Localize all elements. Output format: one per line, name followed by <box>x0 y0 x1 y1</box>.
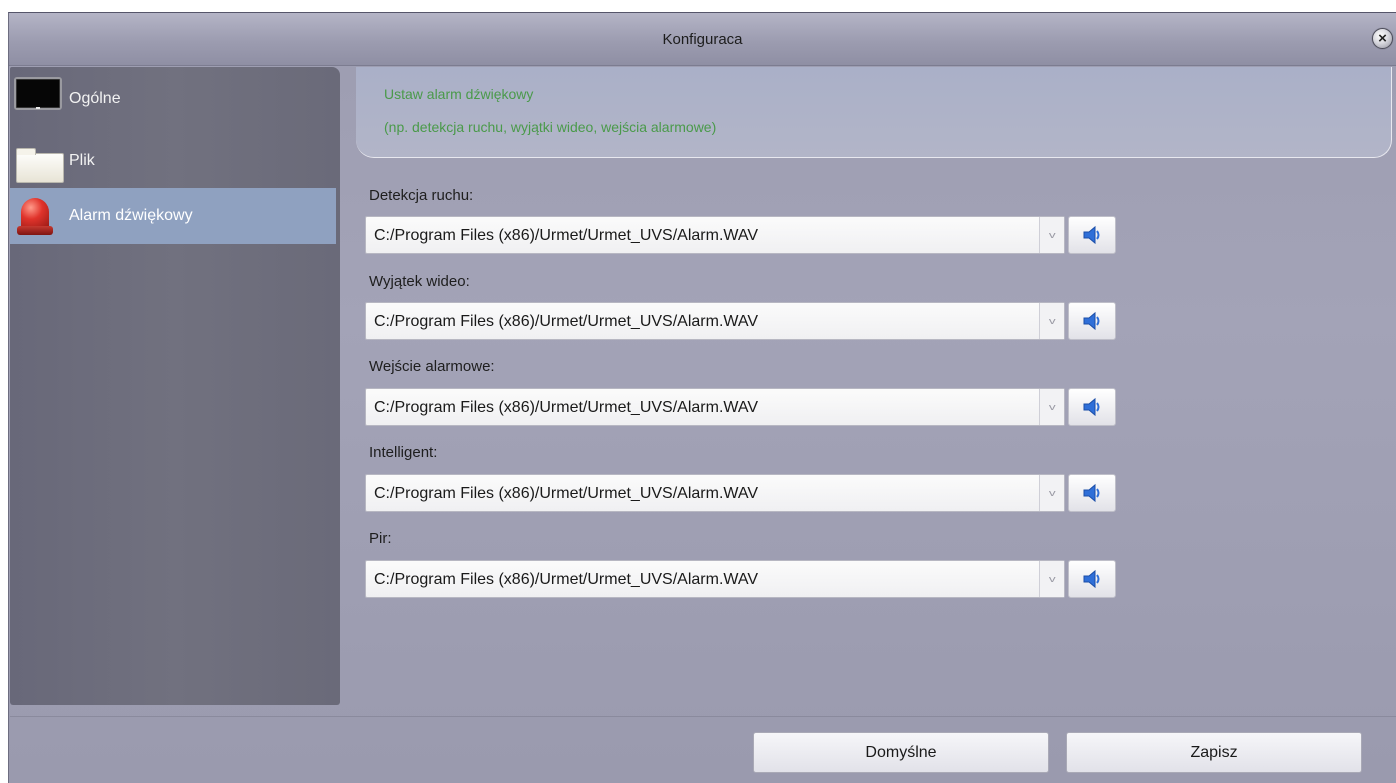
alarm-input-sound-select[interactable]: C:/Program Files (x86)/Urmet/Urmet_UVS/A… <box>365 388 1065 426</box>
motion-detection-play-button[interactable] <box>1068 216 1116 254</box>
motion-detection-label: Detekcja ruchu: <box>369 187 474 204</box>
window-title: Konfiguraca <box>662 31 743 48</box>
alarm-input-play-button[interactable] <box>1068 388 1116 426</box>
alarm-input-label: Wejście alarmowe: <box>369 358 495 375</box>
speaker-icon <box>1083 225 1100 245</box>
video-exception-sound-select[interactable]: C:/Program Files (x86)/Urmet/Urmet_UVS/A… <box>365 302 1065 340</box>
combo-value: C:/Program Files (x86)/Urmet/Urmet_UVS/A… <box>374 571 759 588</box>
combo-value: C:/Program Files (x86)/Urmet/Urmet_UVS/A… <box>374 227 759 244</box>
chevron-down-icon[interactable]: v <box>1039 475 1064 511</box>
monitor-icon <box>14 77 62 110</box>
pir-sound-select[interactable]: C:/Program Files (x86)/Urmet/Urmet_UVS/A… <box>365 560 1065 598</box>
chevron-down-icon[interactable]: v <box>1039 217 1064 253</box>
default-button[interactable]: Domyślne <box>753 732 1049 773</box>
configuration-window: Konfiguraca × Ogólne Plik Alarm dźwiękow… <box>8 12 1396 783</box>
sidebar-item-label: Plik <box>69 152 95 169</box>
pir-play-button[interactable] <box>1068 560 1116 598</box>
chevron-down-icon[interactable]: v <box>1039 303 1064 339</box>
save-button[interactable]: Zapisz <box>1066 732 1362 773</box>
chevron-down-icon[interactable]: v <box>1039 561 1064 597</box>
section-title: Ustaw alarm dźwiękowy <box>384 86 534 102</box>
intelligent-sound-select[interactable]: C:/Program Files (x86)/Urmet/Urmet_UVS/A… <box>365 474 1065 512</box>
section-header: Ustaw alarm dźwiękowy (np. detekcja ruch… <box>356 67 1392 158</box>
close-icon: × <box>1378 29 1387 47</box>
sidebar-item-sound-alarm[interactable]: Alarm dźwiękowy <box>10 188 336 244</box>
speaker-icon <box>1083 397 1100 417</box>
video-exception-play-button[interactable] <box>1068 302 1116 340</box>
close-button[interactable]: × <box>1372 28 1393 49</box>
folder-icon <box>16 148 64 183</box>
footer-divider <box>10 716 1396 717</box>
speaker-icon <box>1083 311 1100 331</box>
motion-detection-sound-select[interactable]: C:/Program Files (x86)/Urmet/Urmet_UVS/A… <box>365 216 1065 254</box>
chevron-down-icon[interactable]: v <box>1039 389 1064 425</box>
title-bar: Konfiguraca × <box>9 13 1396 66</box>
sidebar-item-general[interactable]: Ogólne <box>10 67 336 123</box>
intelligent-label: Intelligent: <box>369 444 438 461</box>
combo-value: C:/Program Files (x86)/Urmet/Urmet_UVS/A… <box>374 313 759 330</box>
sidebar-item-file[interactable]: Plik <box>10 129 336 185</box>
sidebar: Ogólne Plik Alarm dźwiękowy <box>10 67 340 705</box>
intelligent-play-button[interactable] <box>1068 474 1116 512</box>
pir-label: Pir: <box>369 530 392 547</box>
alarm-siren-icon <box>16 198 56 236</box>
sidebar-item-label: Alarm dźwiękowy <box>69 207 193 224</box>
combo-value: C:/Program Files (x86)/Urmet/Urmet_UVS/A… <box>374 485 759 502</box>
speaker-icon <box>1083 569 1100 589</box>
combo-value: C:/Program Files (x86)/Urmet/Urmet_UVS/A… <box>374 399 759 416</box>
section-description: (np. detekcja ruchu, wyjątki wideo, wejś… <box>384 119 717 135</box>
sidebar-item-label: Ogólne <box>69 90 121 107</box>
speaker-icon <box>1083 483 1100 503</box>
video-exception-label: Wyjątek wideo: <box>369 273 470 290</box>
